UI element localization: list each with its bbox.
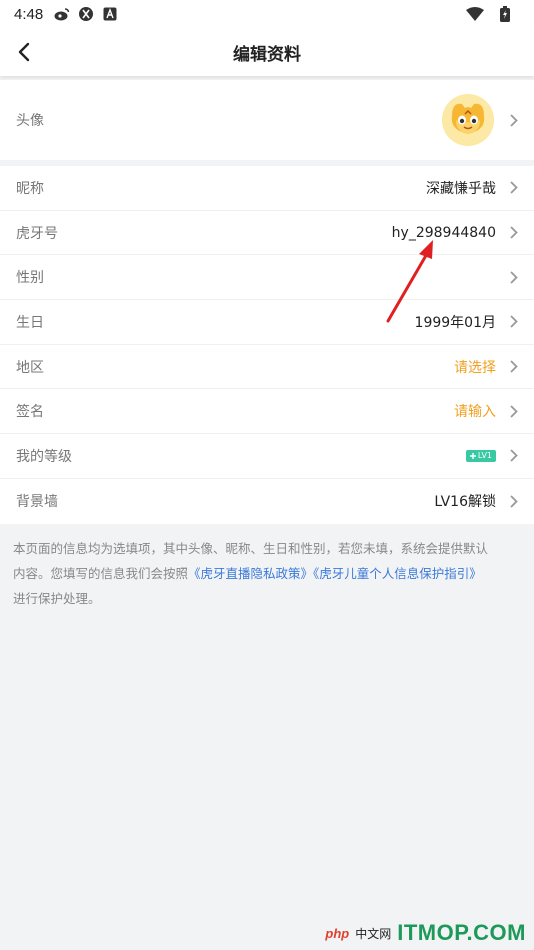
chevron-right-icon: [510, 270, 520, 284]
avatar[interactable]: [442, 94, 494, 146]
signature-row[interactable]: 签名 请输入: [0, 389, 534, 435]
plus-icon: [469, 452, 476, 459]
signature-label: 签名: [16, 404, 44, 421]
battery-icon: [496, 5, 514, 23]
chevron-right-icon: [510, 315, 520, 329]
birthday-value: 1999年01月: [414, 314, 496, 331]
profile-list: 昵称 深藏慊乎哉 虎牙号 hy_298944840 性别 生日 1999年01月…: [0, 166, 534, 524]
back-arrow-icon: [18, 42, 30, 62]
chevron-right-icon: [510, 449, 520, 463]
weibo-icon: [53, 5, 71, 23]
background-wall-row[interactable]: 背景墙 LV16解锁: [0, 479, 534, 524]
status-bar: 4:48: [0, 0, 534, 28]
a-letter-icon: [101, 5, 119, 23]
chevron-right-icon: [510, 226, 520, 240]
level-label: 我的等级: [16, 448, 72, 465]
privacy-note-line2: 内容。您填写的信息我们会按照: [13, 565, 189, 581]
back-button[interactable]: [10, 38, 38, 66]
nickname-row[interactable]: 昵称 深藏慊乎哉: [0, 166, 534, 211]
chevron-right-icon: [510, 360, 520, 374]
chevron-right-icon: [510, 113, 520, 127]
gender-row[interactable]: 性别: [0, 255, 534, 301]
app-icon: [77, 5, 95, 23]
level-badge-text: LV1: [477, 451, 492, 461]
app-bar: 编辑资料: [0, 28, 534, 76]
avatar-row[interactable]: 头像: [0, 80, 534, 160]
wifi-icon: [466, 5, 484, 23]
watermark-php: php: [325, 925, 350, 941]
watermark: php 中文网 ITMOP.COM: [325, 920, 526, 946]
level-row[interactable]: 我的等级 LV1: [0, 434, 534, 479]
chevron-right-icon: [510, 181, 520, 195]
level-badge: LV1: [465, 449, 496, 462]
page-title: 编辑资料: [233, 44, 301, 65]
avatar-label: 头像: [16, 113, 44, 129]
signature-value: 请输入: [454, 404, 496, 421]
status-time: 4:48: [14, 5, 44, 23]
region-row[interactable]: 地区 请选择: [0, 345, 534, 390]
huya-id-row[interactable]: 虎牙号 hy_298944840: [0, 211, 534, 256]
chevron-right-icon: [510, 404, 520, 418]
watermark-zh: 中文网: [355, 926, 392, 941]
huya-id-value: hy_298944840: [391, 224, 496, 241]
privacy-policy-link[interactable]: 《虎牙直播隐私政策》: [188, 566, 313, 581]
birthday-label: 生日: [16, 314, 44, 331]
background-wall-label: 背景墙: [16, 494, 58, 511]
privacy-note: 本页面的信息均为选填项，其中头像、昵称、生日和性别，若您未填，系统会提供默认 内…: [0, 524, 534, 623]
child-protection-link[interactable]: 《虎牙儿童个人信息保护指引》: [313, 566, 482, 581]
gender-label: 性别: [16, 270, 44, 287]
birthday-row[interactable]: 生日 1999年01月: [0, 300, 534, 345]
region-value: 请选择: [454, 359, 496, 376]
background-wall-value: LV16解锁: [434, 494, 496, 511]
region-label: 地区: [16, 359, 44, 376]
nickname-label: 昵称: [16, 180, 44, 197]
privacy-note-line3: 进行保护处理。: [13, 590, 101, 606]
tiger-avatar-icon: [442, 94, 494, 146]
chevron-right-icon: [510, 494, 520, 508]
nickname-value: 深藏慊乎哉: [426, 180, 496, 197]
watermark-site: ITMOP.COM: [397, 920, 526, 945]
privacy-note-line1: 本页面的信息均为选填项，其中头像、昵称、生日和性别，若您未填，系统会提供默认: [13, 540, 489, 556]
huya-id-label: 虎牙号: [16, 225, 58, 242]
